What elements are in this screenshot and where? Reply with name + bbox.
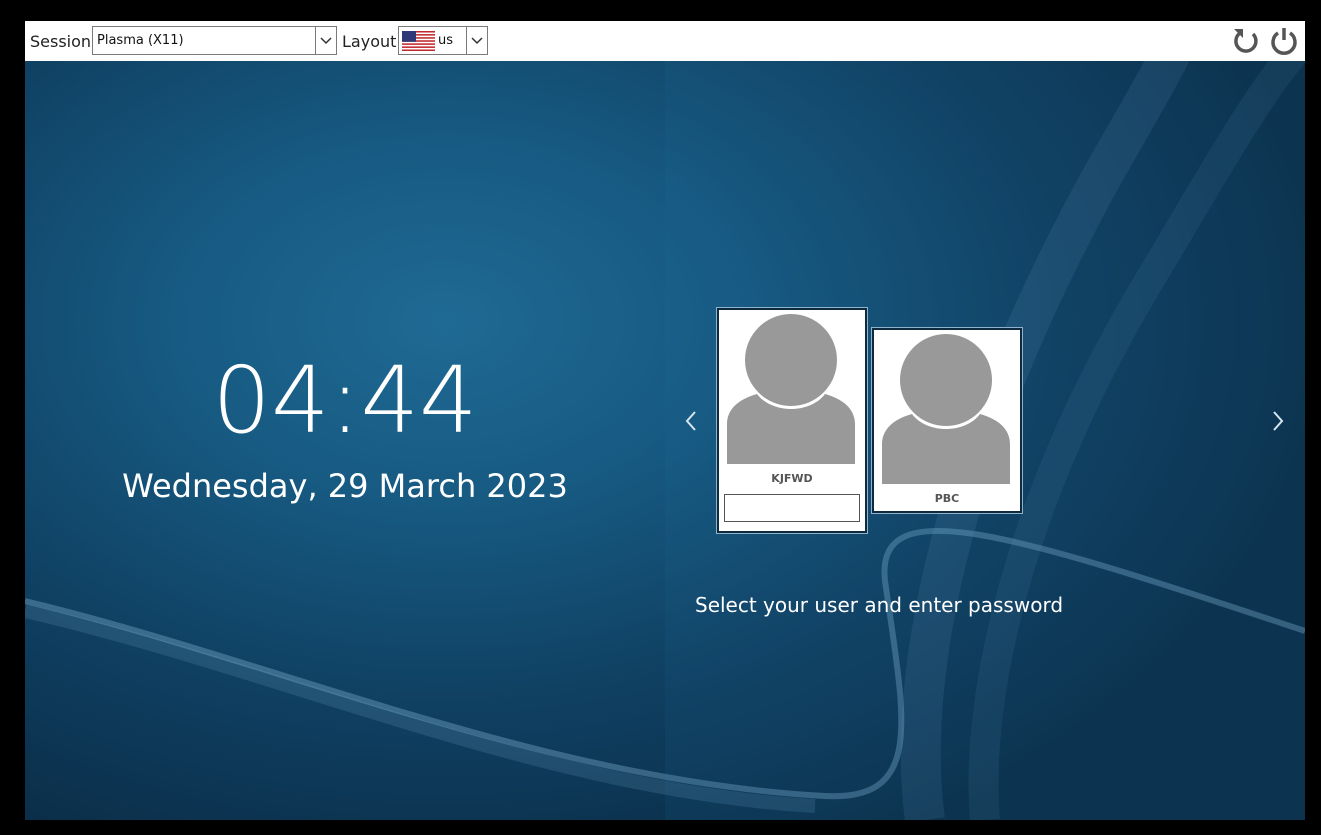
previous-user-icon[interactable] (681, 409, 701, 433)
session-label: Session (30, 32, 92, 51)
user-name: KJFWD (771, 472, 813, 485)
chevron-down-icon (315, 27, 336, 54)
password-input[interactable] (724, 494, 860, 522)
layout-label: Layout (342, 32, 397, 51)
next-user-icon[interactable] (1268, 409, 1288, 433)
user-name: PBC (934, 492, 960, 505)
restart-icon[interactable] (1231, 26, 1261, 56)
user-avatar-icon (882, 334, 1010, 484)
user-card-pbc[interactable]: PBC (872, 328, 1022, 513)
login-screen: Session Plasma (X11) Layout us 04:44 Wed… (25, 21, 1305, 820)
layout-value: us (438, 33, 454, 48)
chevron-down-icon (466, 27, 487, 54)
clock-date: Wednesday, 29 March 2023 (122, 467, 568, 505)
user-card-kjfwd[interactable]: KJFWD (717, 308, 867, 533)
session-value: Plasma (X11) (97, 33, 184, 48)
session-select[interactable]: Plasma (X11) (92, 26, 337, 55)
clock-time: 04:44 (212, 347, 478, 454)
layout-select[interactable]: us (398, 26, 488, 55)
top-bar: Session Plasma (X11) Layout us (25, 21, 1305, 61)
us-flag-icon (402, 31, 435, 51)
power-icon[interactable] (1269, 26, 1299, 56)
login-instruction: Select your user and enter password (695, 593, 1064, 617)
user-avatar-icon (727, 314, 855, 464)
